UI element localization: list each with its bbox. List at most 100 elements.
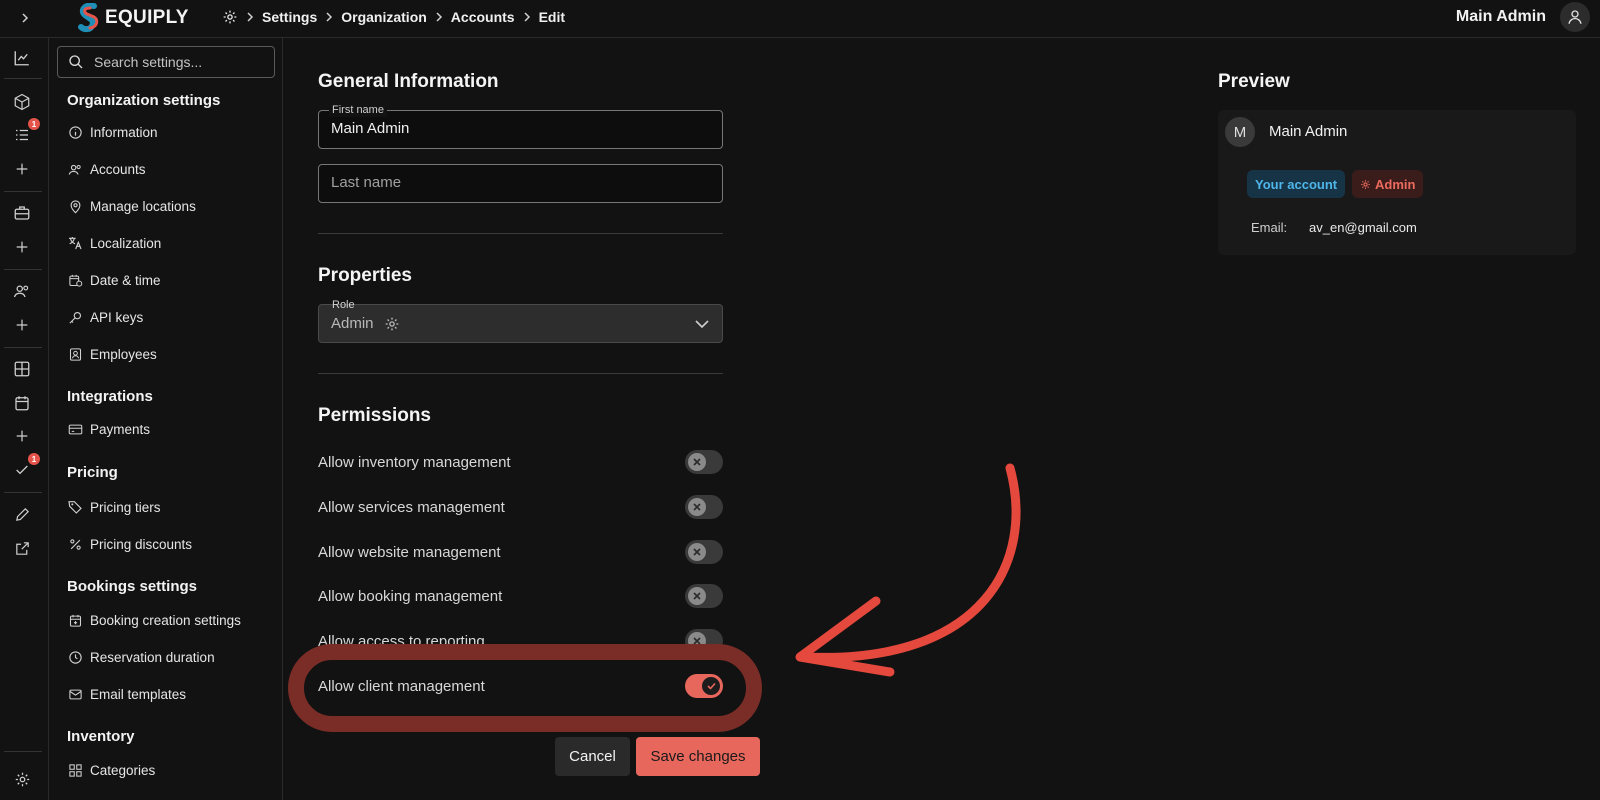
rail-divider	[4, 78, 42, 79]
gear-icon[interactable]	[12, 769, 32, 789]
calendar-icon[interactable]	[12, 393, 32, 413]
grid-icon[interactable]	[12, 359, 32, 379]
tags-icon	[67, 499, 83, 515]
contact-card-icon	[67, 346, 83, 362]
permission-inventory-toggle[interactable]	[685, 450, 723, 474]
sidebar-item-localization[interactable]: Localization	[67, 232, 161, 254]
sidebar-item-pricing-discounts[interactable]: Pricing discounts	[67, 533, 192, 555]
rail-divider	[4, 751, 42, 752]
permission-services-toggle[interactable]	[685, 495, 723, 519]
sidebar-item-manage-locations[interactable]: Manage locations	[67, 195, 196, 217]
role-label: Role	[332, 299, 355, 311]
chevron-down-icon[interactable]	[694, 317, 710, 331]
permission-website-toggle[interactable]	[685, 540, 723, 564]
percent-icon	[67, 536, 83, 552]
sidebar-item-payments[interactable]: Payments	[67, 418, 150, 440]
check-icon[interactable]: 1	[12, 453, 40, 480]
chevron-right-icon	[326, 12, 333, 22]
preview-card: M Main Admin Your account Admin Email: a…	[1218, 110, 1576, 255]
permission-booking-toggle[interactable]	[685, 584, 723, 608]
rail-divider	[4, 191, 42, 192]
x-icon	[688, 453, 706, 471]
section-integrations: Integrations	[67, 388, 153, 405]
permission-website-row: Allow website management	[318, 540, 723, 564]
plus-icon[interactable]	[12, 315, 32, 335]
sidebar-item-categories[interactable]: Categories	[67, 759, 155, 781]
your-account-badge: Your account	[1247, 170, 1346, 198]
permission-booking-row: Allow booking management	[318, 584, 723, 608]
user-avatar-icon[interactable]	[1560, 2, 1590, 32]
role-select[interactable]: Role Admin	[318, 299, 723, 343]
last-name-field[interactable]	[318, 164, 723, 203]
first-name-input[interactable]	[331, 120, 711, 137]
sidebar-item-accounts[interactable]: Accounts	[67, 158, 146, 180]
icon-rail: 1 1	[0, 38, 49, 800]
sidebar-item-api-keys[interactable]: API keys	[67, 306, 143, 328]
preview-email: av_en@gmail.com	[1309, 220, 1417, 235]
general-information-title: General Information	[318, 71, 499, 92]
role-gear-icon	[385, 317, 398, 330]
sidebar-item-reservation-duration[interactable]: Reservation duration	[67, 646, 215, 668]
permission-reporting-toggle[interactable]	[685, 629, 723, 653]
sidebar-item-employees[interactable]: Employees	[67, 343, 157, 365]
equiply-logo-icon	[78, 3, 99, 33]
section-divider	[318, 233, 723, 234]
role-value: Admin	[331, 315, 374, 332]
admin-role-badge: Admin	[1352, 170, 1424, 198]
list-badge: 1	[28, 118, 40, 130]
users-icon[interactable]	[12, 281, 32, 301]
permission-client-toggle[interactable]	[685, 674, 723, 698]
clock-icon	[67, 649, 83, 665]
map-pin-icon	[67, 198, 83, 214]
plus-icon[interactable]	[12, 426, 32, 446]
cancel-button[interactable]: Cancel	[555, 737, 630, 776]
rail-divider	[4, 347, 42, 348]
permission-label: Allow inventory management	[318, 453, 511, 471]
breadcrumb-organization[interactable]: Organization	[341, 9, 427, 25]
settings-gear-icon[interactable]	[222, 9, 238, 25]
breadcrumb-accounts[interactable]: Accounts	[451, 9, 515, 25]
first-name-field[interactable]: First name	[318, 103, 723, 149]
breadcrumb: Settings Organization Accounts Edit	[222, 0, 565, 34]
sidebar-item-email-templates[interactable]: Email templates	[67, 683, 186, 705]
preview-name: Main Admin	[1269, 123, 1348, 140]
breadcrumb-edit: Edit	[538, 9, 566, 25]
section-organization-settings: Organization settings	[67, 92, 221, 109]
preview-title: Preview	[1218, 71, 1290, 92]
calendar-clock-icon	[67, 272, 83, 288]
x-icon	[688, 632, 706, 650]
search-input[interactable]	[94, 54, 264, 70]
user-menu[interactable]: Main Admin	[1456, 0, 1590, 34]
sidebar-item-information[interactable]: Information	[67, 121, 158, 143]
expand-sidebar-chevron-icon[interactable]	[14, 7, 36, 29]
sidebar-item-booking-creation-settings[interactable]: Booking creation settings	[67, 609, 241, 631]
plus-icon[interactable]	[12, 237, 32, 257]
chevron-right-icon	[247, 12, 254, 22]
annotation-arrow-icon	[800, 463, 1021, 662]
search-box[interactable]	[57, 46, 275, 78]
brand-name: EQUIPLY	[105, 7, 189, 28]
last-name-input[interactable]	[331, 174, 711, 191]
permission-reporting-row: Allow access to reporting	[318, 629, 723, 653]
app-logo[interactable]: EQUIPLY	[76, 2, 189, 34]
section-divider	[318, 373, 723, 374]
x-icon	[688, 543, 706, 561]
permission-label: Allow access to reporting	[318, 632, 485, 650]
save-changes-button[interactable]: Save changes	[636, 737, 760, 776]
external-link-icon[interactable]	[12, 538, 32, 558]
list-icon[interactable]: 1	[12, 118, 40, 145]
sidebar-item-date-time[interactable]: Date & time	[67, 269, 161, 291]
plus-icon[interactable]	[12, 159, 32, 179]
sidebar-item-pricing-tiers[interactable]: Pricing tiers	[67, 496, 161, 518]
info-icon	[67, 124, 83, 140]
chart-icon[interactable]	[12, 48, 32, 68]
permission-label: Allow client management	[318, 677, 485, 695]
pencil-icon[interactable]	[12, 504, 32, 524]
briefcase-icon[interactable]	[12, 203, 32, 223]
mail-icon	[67, 686, 83, 702]
x-icon	[688, 587, 706, 605]
box-icon[interactable]	[12, 92, 32, 112]
breadcrumb-settings[interactable]: Settings	[262, 9, 317, 25]
grid-icon	[67, 762, 83, 778]
section-bookings-settings: Bookings settings	[67, 578, 198, 595]
